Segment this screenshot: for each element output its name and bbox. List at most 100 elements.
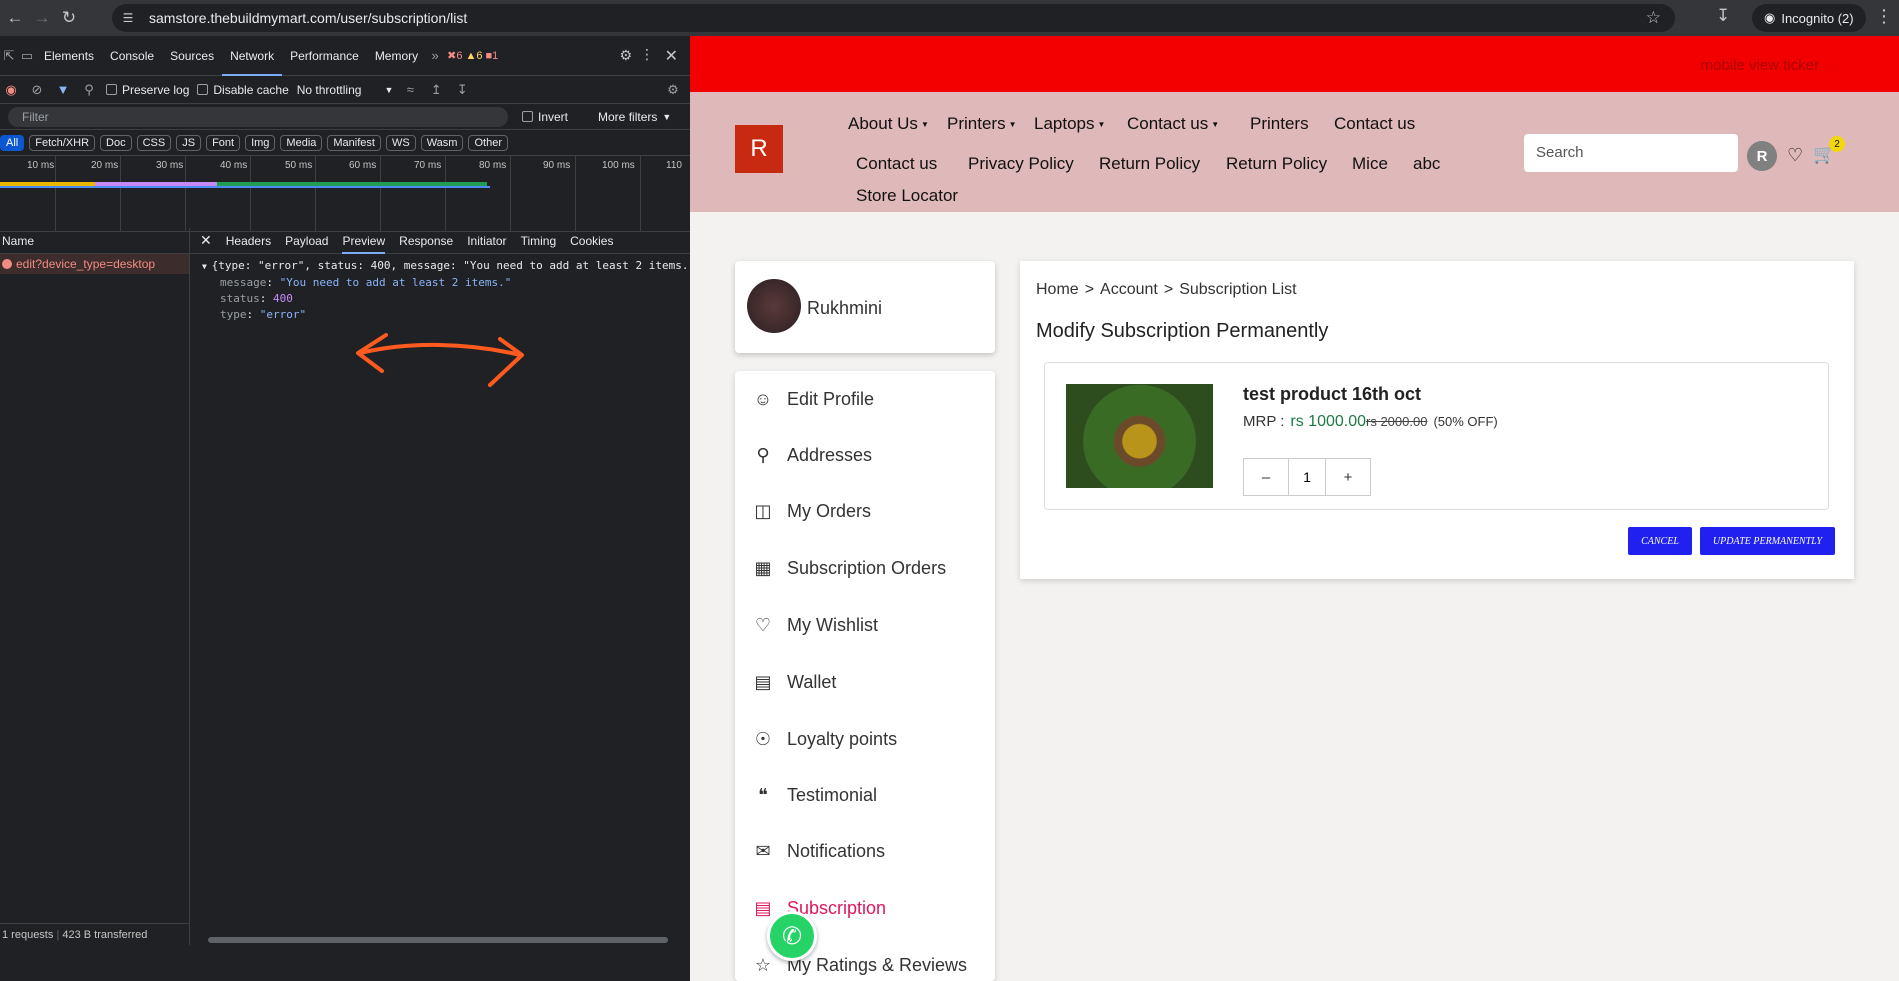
type-filter-manifest[interactable]: Manifest [327,134,381,151]
more-tabs-icon[interactable]: » [426,48,444,63]
disable-cache-checkbox[interactable]: Disable cache [197,83,289,97]
menu-addresses[interactable]: ⚲ Addresses [751,443,872,467]
incognito-button[interactable]: ◉ Incognito (2) [1752,4,1866,32]
error-badge[interactable]: ✖6 [447,49,462,62]
devtools-menu-icon[interactable]: ⋮ [640,46,654,63]
download-har-icon[interactable]: ↧ [453,82,471,98]
nav-contact-us[interactable]: Contact us [1334,114,1415,134]
nav-privacy-policy[interactable]: Privacy Policy [968,154,1074,174]
nav-contact-dropdown[interactable]: Contact us ▼ [1127,114,1219,134]
nav-laptops-dropdown[interactable]: Laptops ▼ [1034,114,1105,134]
device-toggle-icon[interactable]: ▭ [18,48,36,64]
detail-tab-cookies[interactable]: Cookies [570,228,613,254]
avatar[interactable]: R [1747,141,1777,171]
detail-tab-preview[interactable]: Preview [342,228,386,254]
nav-return-policy[interactable]: Return Policy [1099,154,1200,174]
tab-console[interactable]: Console [102,36,162,76]
tab-performance[interactable]: Performance [282,36,367,76]
name-column-header[interactable]: Name [0,228,189,254]
close-detail-icon[interactable]: ✕ [200,232,212,249]
filter-icon[interactable]: ▼ [54,82,72,97]
record-icon[interactable]: ◉ [2,82,20,98]
breadcrumb-account[interactable]: Account [1100,281,1158,299]
settings-gear-icon[interactable]: ⚙ [619,47,632,64]
type-filter-js[interactable]: JS [176,134,202,151]
url-text[interactable]: samstore.thebuildmymart.com/user/subscri… [149,10,467,26]
bookmark-star-icon[interactable]: ☆ [1646,8,1661,28]
forward-icon[interactable]: → [30,6,54,30]
invert-checkbox[interactable]: Invert [522,110,568,124]
menu-subscription-orders[interactable]: ▦ Subscription Orders [751,556,946,580]
menu-my-orders[interactable]: ◫ My Orders [751,499,871,523]
update-permanently-button[interactable]: UPDATE PERMANENTLY [1700,527,1835,555]
tab-network[interactable]: Network [222,36,283,76]
menu-notifications[interactable]: ✉ Notifications [751,839,885,863]
menu-testimonial[interactable]: ❝ Testimonial [751,783,877,807]
menu-wallet[interactable]: ▤ Wallet [751,670,836,694]
type-filter-css[interactable]: CSS [136,134,172,151]
type-filter-all[interactable]: All [0,134,25,151]
search-icon[interactable]: ⚲ [80,82,98,98]
wishlist-heart-icon[interactable]: ♡ [1787,145,1803,166]
menu-my-wishlist[interactable]: ♡ My Wishlist [751,613,878,637]
cancel-button[interactable]: CANCEL [1628,527,1692,555]
menu-subscription[interactable]: ▤ Subscription [751,896,886,920]
tab-sources[interactable]: Sources [162,36,222,76]
wifi-icon[interactable]: ≈ [401,82,419,97]
detail-tab-headers[interactable]: Headers [226,228,271,254]
whatsapp-icon[interactable]: ✆ [767,911,817,961]
detail-tab-payload[interactable]: Payload [285,228,328,254]
type-filter-font[interactable]: Font [206,134,241,151]
close-devtools-icon[interactable]: ✕ [665,46,678,66]
clear-icon[interactable]: ⊘ [28,82,46,98]
breadcrumb-home[interactable]: Home [1036,281,1079,299]
json-summary-row[interactable]: ▼ {type: "error", status: 400, message: … [202,258,690,275]
detail-tab-response[interactable]: Response [399,228,453,254]
nav-abc[interactable]: abc [1413,154,1440,174]
upload-icon[interactable]: ↥ [427,82,445,98]
search-input[interactable]: Search [1524,134,1738,172]
type-filter-ws[interactable]: WS [385,134,416,151]
request-row[interactable]: edit?device_type=desktop [0,254,189,274]
nav-about-us[interactable]: About Us ▼ [848,114,929,134]
nav-store-locator[interactable]: Store Locator [856,186,958,206]
nav-printers[interactable]: Printers [1250,114,1309,134]
filter-input[interactable]: Filter [8,106,508,127]
reload-icon[interactable]: ↻ [57,6,81,30]
download-icon[interactable]: ↧ [1716,6,1730,26]
address-bar[interactable]: ☰ samstore.thebuildmymart.com/user/subsc… [112,4,1675,32]
type-filter-wasm[interactable]: Wasm [420,134,464,151]
profile-avatar[interactable] [747,279,801,333]
site-logo[interactable]: R [735,125,783,173]
network-settings-icon[interactable]: ⚙ [664,82,682,98]
type-filter-img[interactable]: Img [245,134,276,151]
quantity-value[interactable]: 1 [1288,459,1326,495]
nav-mice[interactable]: Mice [1352,154,1388,174]
back-icon[interactable]: ← [3,6,27,30]
detail-tab-initiator[interactable]: Initiator [467,228,506,254]
preserve-log-checkbox[interactable]: Preserve log [106,83,189,97]
menu-loyalty-points[interactable]: ☉ Loyalty points [751,727,897,751]
chrome-menu-icon[interactable]: ⋮ [1875,6,1893,27]
inspect-icon[interactable]: ⇱ [0,48,18,64]
horizontal-scrollbar[interactable] [208,937,668,943]
more-filters-button[interactable]: More filters ▼ [598,110,671,124]
tab-elements[interactable]: Elements [36,36,102,76]
nav-contact-us-2[interactable]: Contact us [856,154,937,174]
type-filter-media[interactable]: Media [280,134,323,151]
type-filter-fetch[interactable]: Fetch/XHR [29,134,96,151]
increment-button[interactable]: + [1326,459,1370,495]
expand-caret-icon[interactable]: ▼ [202,262,212,271]
issues-badge[interactable]: ■1 [486,50,499,62]
warning-badge[interactable]: ▲6 [466,50,483,62]
nav-printers-dropdown[interactable]: Printers ▼ [947,114,1017,134]
network-timeline[interactable]: 10 ms 20 ms 30 ms 40 ms 50 ms 60 ms 70 m… [0,156,690,232]
type-filter-doc[interactable]: Doc [100,134,132,151]
throttling-select[interactable]: No throttling ▼ [297,83,394,97]
tab-memory[interactable]: Memory [367,36,426,76]
menu-edit-profile[interactable]: ☺ Edit Profile [751,387,874,411]
nav-return-policy-2[interactable]: Return Policy [1226,154,1327,174]
detail-tab-timing[interactable]: Timing [521,228,557,254]
site-info-icon[interactable]: ☰ [120,10,136,26]
decrement-button[interactable]: – [1244,459,1288,495]
